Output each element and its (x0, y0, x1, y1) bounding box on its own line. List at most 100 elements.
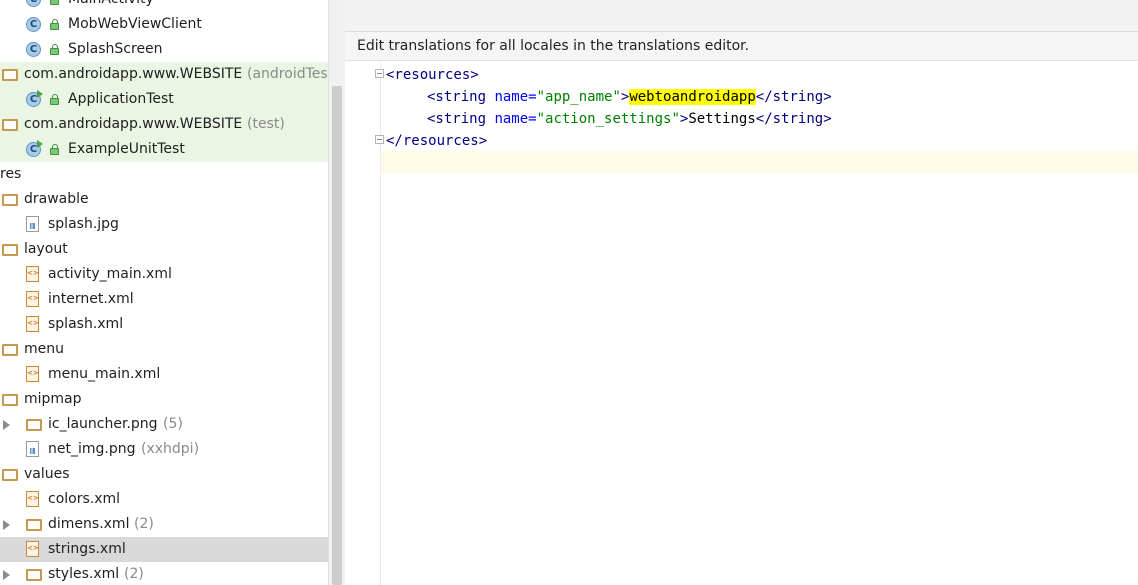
tree-item-label: res (0, 166, 22, 182)
tree-item-menu[interactable]: menu (0, 337, 328, 362)
xml-file-icon (26, 541, 39, 557)
tree-item-com-androidapp-www-website[interactable]: com.androidapp.www.WEBSITE(androidTest) (0, 62, 328, 87)
tree-item-label: net_img.png (48, 441, 136, 457)
tree-item-label: colors.xml (48, 491, 121, 507)
folder-icon (2, 469, 18, 481)
tree-item-net-img-png[interactable]: net_img.png (xxhdpi) (0, 437, 328, 462)
tree-item-label: values (24, 466, 70, 482)
folder-icon (26, 519, 42, 531)
tree-item-layout[interactable]: layout (0, 237, 328, 262)
image-file-icon (26, 441, 39, 457)
resources-close-tag: </resources> (386, 133, 488, 149)
xml-file-icon (26, 266, 39, 282)
xml-file-icon (26, 366, 39, 382)
tree-item-label: internet.xml (48, 291, 134, 307)
fold-marker-icon[interactable] (375, 135, 384, 144)
image-file-icon (26, 216, 39, 232)
tree-item-label: ExampleUnitTest (68, 141, 185, 157)
tree-item-label: MainActivity (68, 0, 154, 12)
tree-item-label: com.androidapp.www.WEBSITE (24, 116, 243, 132)
expand-arrow-icon[interactable] (3, 420, 10, 430)
access-lock-icon (50, 19, 59, 30)
string-close-tag: </string> (755, 89, 832, 105)
tree-item-menu-main-xml[interactable]: menu_main.xml (0, 362, 328, 387)
tree-item-splash-xml[interactable]: splash.xml (0, 312, 328, 337)
tree-item-com-androidapp-www-website[interactable]: com.androidapp.www.WEBSITE (test) (0, 112, 328, 137)
app-name-value-highlighted[interactable]: webtoandroidapp (629, 89, 756, 105)
tree-scrollbar-thumb[interactable] (332, 86, 342, 585)
class-icon: C (26, 0, 41, 7)
tree-item-activity-main-xml[interactable]: activity_main.xml (0, 262, 328, 287)
name-attribute-value: "app_name" (536, 89, 621, 105)
tree-item-label: activity_main.xml (48, 266, 172, 282)
editor-tab-strip (345, 0, 1138, 32)
folder-icon (2, 394, 18, 406)
tree-item-mobwebviewclient[interactable]: C MobWebViewClient (0, 12, 328, 37)
name-attribute-value: "action_settings" (536, 111, 680, 127)
tree-item-values[interactable]: values (0, 462, 328, 487)
tree-item-label: SplashScreen (68, 41, 163, 57)
class-icon: C (26, 42, 41, 57)
tree-item-splash-jpg[interactable]: splash.jpg (0, 212, 328, 237)
access-lock-icon (50, 0, 59, 5)
tree-item-drawable[interactable]: drawable (0, 187, 328, 212)
fold-marker-icon[interactable] (375, 69, 384, 78)
tree-item-ic-launcher-png[interactable]: ic_launcher.png (5) (0, 412, 328, 437)
translations-editor-banner[interactable]: Edit translations for all locales in the… (345, 32, 1138, 61)
tree-item-applicationtest[interactable]: C ApplicationTest (0, 87, 328, 112)
tree-item-label: ApplicationTest (68, 91, 174, 107)
tree-item-suffix: (androidTest) (247, 66, 328, 82)
tree-item-mipmap[interactable]: mipmap (0, 387, 328, 412)
name-attribute: name= (494, 111, 537, 127)
current-line-highlight (345, 151, 1138, 173)
access-lock-icon (50, 94, 59, 105)
xml-file-icon (26, 316, 39, 332)
tree-item-splashscreen[interactable]: C SplashScreen (0, 37, 328, 62)
tree-item-styles-xml[interactable]: styles.xml (2) (0, 562, 328, 585)
code-line-3: <string name="action_settings">Settings<… (427, 108, 832, 130)
tree-item-colors-xml[interactable]: colors.xml (0, 487, 328, 512)
tree-item-exampleunittest[interactable]: C ExampleUnitTest (0, 137, 328, 162)
tree-item-label: layout (24, 241, 68, 257)
tree-scrollbar[interactable] (328, 0, 345, 585)
tree-item-internet-xml[interactable]: internet.xml (0, 287, 328, 312)
string-open-tag: <string (427, 89, 495, 105)
tree-item-label: strings.xml (48, 541, 126, 557)
tree-item-res[interactable]: res (0, 162, 328, 187)
settings-value[interactable]: Settings (688, 111, 755, 127)
tree-item-label: com.androidapp.www.WEBSITE (24, 66, 243, 82)
tree-item-label: menu (24, 341, 64, 357)
tree-item-strings-xml[interactable]: strings.xml (0, 537, 328, 562)
expand-arrow-icon[interactable] (3, 520, 10, 530)
editor-gutter (345, 61, 384, 585)
folder-icon (2, 194, 18, 206)
tree-item-label: menu_main.xml (48, 366, 161, 382)
xml-file-icon (26, 491, 39, 507)
tree-item-suffix: (5) (163, 416, 183, 432)
folder-icon (26, 569, 42, 581)
expand-arrow-icon[interactable] (3, 570, 10, 580)
tree-item-suffix: (2) (124, 566, 144, 582)
access-lock-icon (50, 144, 59, 155)
banner-text: Edit translations for all locales in the… (357, 38, 750, 54)
class-icon: C (26, 17, 41, 32)
project-tree: C MainActivity C MobWebViewClient C SplashScr… (0, 0, 328, 585)
tree-item-mainactivity[interactable]: C MainActivity (0, 0, 328, 12)
folder-icon (2, 344, 18, 356)
resources-open-tag: <resources> (386, 67, 479, 83)
tree-item-label: splash.jpg (48, 216, 119, 232)
tree-item-dimens-xml[interactable]: dimens.xml (2) (0, 512, 328, 537)
code-line-2: <string name="app_name">webtoandroidapp<… (427, 86, 832, 108)
code-line-4: </resources> (386, 130, 487, 152)
xml-file-icon (26, 291, 39, 307)
tree-item-suffix: (2) (134, 516, 154, 532)
tree-item-suffix: (test) (247, 116, 285, 132)
folder-icon (2, 244, 18, 256)
tree-item-label: mipmap (24, 391, 82, 407)
string-open-tag: <string (427, 111, 495, 127)
tree-item-label: ic_launcher.png (48, 416, 158, 432)
string-close-tag: </string> (755, 111, 832, 127)
tree-item-label: MobWebViewClient (68, 16, 202, 32)
folder-icon (26, 419, 42, 431)
test-class-icon: C (26, 90, 43, 107)
